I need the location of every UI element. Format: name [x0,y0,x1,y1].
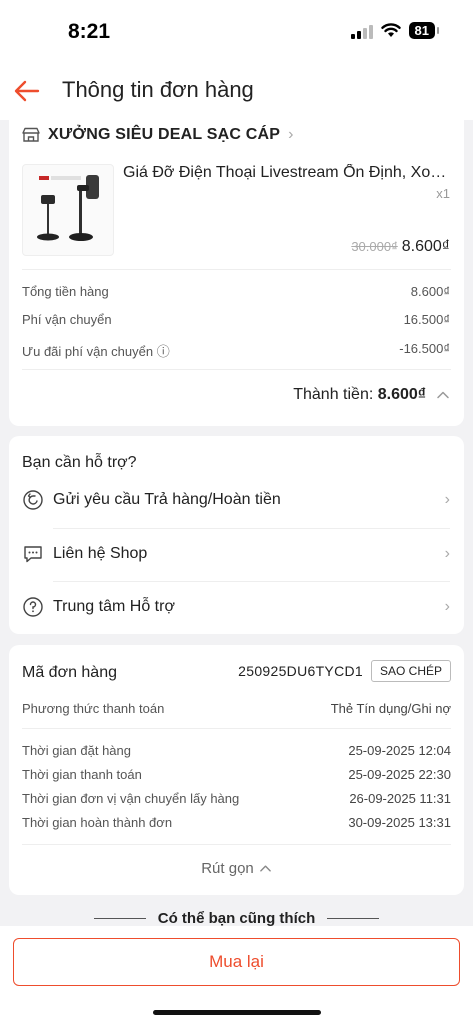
chevron-right-icon: › [444,491,450,508]
contact-shop[interactable]: Liên hệ Shop › [22,528,450,580]
payment-method-label: Phương thức thanh toán [22,701,165,716]
fee-value: 8.600₫ [410,284,450,299]
time-value: 25-09-2025 22:30 [348,767,451,782]
time-value: 25-09-2025 12:04 [348,743,451,758]
recommendation-heading: Có thể bạn cũng thích [0,910,473,927]
back-arrow-icon[interactable] [12,76,42,106]
product-thumbnail[interactable] [22,164,114,256]
support-item-label: Liên hệ Shop [53,545,148,562]
fee-row-shipping-discount[interactable]: Ưu đãi phí vận chuyển ⓘ -16.500₫ [22,341,450,360]
order-info-card: Mã đơn hàng 250925DU6TYCD1 SAO CHÉP Phươ… [9,645,464,895]
order-id-label: Mã đơn hàng [22,664,117,681]
time-label: Thời gian đơn vị vận chuyển lấy hàng [22,791,240,806]
home-indicator[interactable] [153,1010,321,1015]
divider [22,369,451,370]
wifi-icon [380,23,401,37]
support-card: Bạn cần hỗ trợ? Gửi yêu cầu Trả hàng/Hoà… [9,436,464,634]
fee-value: -16.500₫ [399,341,450,356]
battery-indicator: 81 [408,22,440,39]
fee-label: Tổng tiền hàng [22,284,109,299]
support-item-label: Trung tâm Hỗ trợ [53,598,175,615]
support-item-label: Gửi yêu cầu Trả hàng/Hoàn tiền [53,491,281,508]
help-center[interactable]: Trung tâm Hỗ trợ › [22,581,450,633]
time-label: Thời gian hoàn thành đơn [22,815,173,830]
shop-link[interactable]: XƯỞNG SIÊU DEAL SẠC CÁP › [22,126,293,144]
chevron-up-icon [437,391,449,399]
original-price: 30.000₫ [351,239,398,254]
phone-stand-image [37,175,99,241]
time-value: 30-09-2025 13:31 [348,815,451,830]
fee-row-subtotal: Tổng tiền hàng 8.600₫ [22,284,450,299]
completion-time-row: Thời gian hoàn thành đơn 30-09-2025 13:3… [22,815,451,830]
time-label: Thời gian đặt hàng [22,743,131,758]
payment-method-row: Phương thức thanh toán Thẻ Tín dụng/Ghi … [22,701,451,716]
product-quantity: x1 [436,186,450,201]
divider [22,844,451,845]
return-refund-request[interactable]: Gửi yêu cầu Trả hàng/Hoàn tiền › [22,474,450,526]
chevron-right-icon: › [444,545,450,562]
total-value: 8.600₫ [377,386,426,403]
order-id: 250925DU6TYCD1 [238,663,363,679]
page-title: Thông tin đơn hàng [62,77,254,102]
buy-again-button[interactable]: Mua lại [13,938,460,986]
payment-method-value: Thẻ Tín dụng/Ghi nợ [330,701,451,716]
help-icon [23,597,43,617]
shop-icon [22,127,40,142]
shop-name: XƯỞNG SIÊU DEAL SẠC CÁP [48,126,281,143]
chevron-up-icon [259,865,271,872]
fee-value: 16.500₫ [403,312,450,327]
fee-label: Ưu đãi phí vận chuyển ⓘ [22,344,170,359]
signal-icon [350,23,373,39]
chevron-right-icon: › [288,126,294,143]
copy-order-id-button[interactable]: SAO CHÉP [370,660,451,682]
payment-time-row: Thời gian thanh toán 25-09-2025 22:30 [22,767,451,782]
status-time: 8:21 [68,20,111,43]
order-total-toggle[interactable]: Thành tiền: 8.600₫ [293,386,450,404]
recommendation-title: Có thể bạn cũng thích [157,910,316,927]
sale-price: 8.600₫ [401,238,450,255]
chat-icon [24,546,42,563]
fee-label: Phí vận chuyển [22,312,112,327]
return-icon [23,490,43,510]
pickup-time-row: Thời gian đơn vị vận chuyển lấy hàng 26-… [22,791,451,806]
price-row: 30.000₫ 8.600₫ [351,238,450,256]
order-time-row: Thời gian đặt hàng 25-09-2025 12:04 [22,743,451,758]
support-title: Bạn cần hỗ trợ? [22,454,137,471]
bottom-action-bar: Mua lại [0,926,473,1024]
collapse-toggle[interactable]: Rút gọn [9,860,464,877]
order-id-group: 250925DU6TYCD1 SAO CHÉP [238,660,451,682]
total-label: Thành tiền: [293,386,374,403]
divider [22,728,451,729]
product-name[interactable]: Giá Đỡ Điện Thoại Livestream Ổn Định, Xo… [123,164,453,182]
time-label: Thời gian thanh toán [22,767,142,782]
status-icons: 81 [350,22,440,39]
divider [22,269,451,270]
collapse-label: Rút gọn [201,860,254,877]
order-product-card: XƯỞNG SIÊU DEAL SẠC CÁP › Giá Đỡ Điện Th… [9,112,464,426]
status-bar: 8:21 81 [0,0,473,62]
chevron-right-icon: › [444,598,450,615]
divider [327,918,380,919]
time-value: 26-09-2025 11:31 [349,791,451,806]
divider [93,918,146,919]
fee-row-shipping: Phí vận chuyển 16.500₫ [22,312,450,327]
